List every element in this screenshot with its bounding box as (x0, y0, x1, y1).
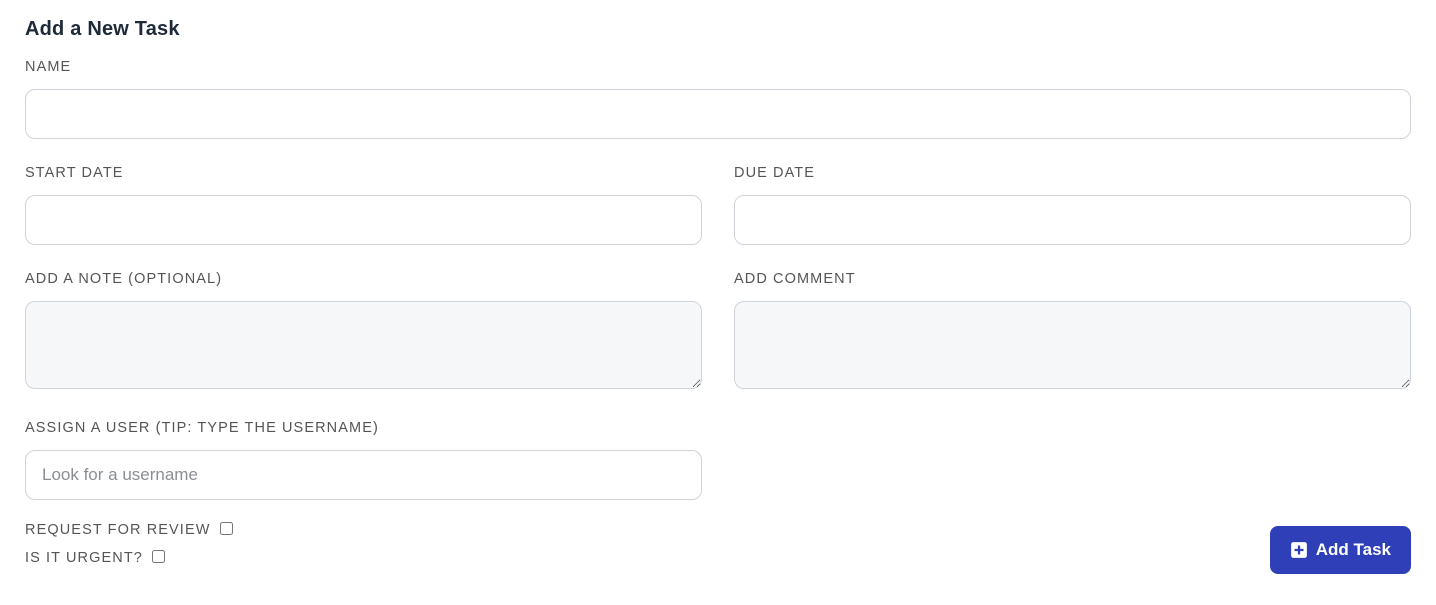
comment-textarea[interactable] (734, 301, 1411, 389)
plus-square-icon (1290, 541, 1308, 559)
review-check-label: REQUEST FOR REVIEW (25, 522, 211, 538)
note-textarea[interactable] (25, 301, 702, 389)
urgent-checkbox[interactable] (152, 550, 165, 563)
page-title: Add a New Task (25, 18, 1411, 41)
comment-label: ADD COMMENT (734, 271, 1411, 287)
footer-row: REQUEST FOR REVIEW IS IT URGENT? Add Tas… (25, 518, 1411, 574)
name-label: NAME (25, 59, 1411, 75)
add-task-form: Add a New Task NAME START DATE DUE DATE … (0, 0, 1436, 574)
note-label: ADD A NOTE (OPTIONAL) (25, 271, 702, 287)
assign-input[interactable] (25, 450, 702, 500)
row-assign: ASSIGN A USER (TIP: TYPE THE USERNAME) (25, 420, 1411, 500)
urgent-check-label: IS IT URGENT? (25, 550, 143, 566)
review-check-row: REQUEST FOR REVIEW (25, 518, 236, 538)
start-date-input[interactable] (25, 195, 702, 245)
review-checkbox[interactable] (220, 522, 233, 535)
checks-group: REQUEST FOR REVIEW IS IT URGENT? (25, 518, 236, 574)
name-input[interactable] (25, 89, 1411, 139)
start-date-label: START DATE (25, 165, 702, 181)
urgent-check-row: IS IT URGENT? (25, 546, 236, 566)
row-name: NAME (25, 59, 1411, 139)
add-task-button[interactable]: Add Task (1270, 526, 1411, 574)
row-dates: START DATE DUE DATE (25, 165, 1411, 245)
due-date-input[interactable] (734, 195, 1411, 245)
add-task-button-label: Add Task (1316, 540, 1391, 560)
assign-label: ASSIGN A USER (TIP: TYPE THE USERNAME) (25, 420, 702, 436)
due-date-label: DUE DATE (734, 165, 1411, 181)
row-textareas: ADD A NOTE (OPTIONAL) ADD COMMENT (25, 271, 1411, 394)
